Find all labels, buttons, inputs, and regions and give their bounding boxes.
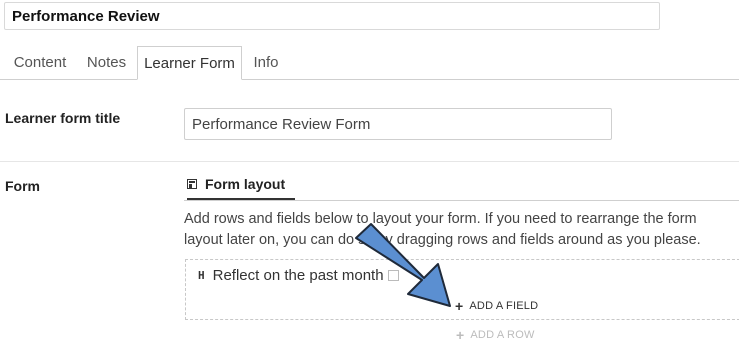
- tab-notes[interactable]: Notes: [80, 46, 133, 78]
- heading-field[interactable]: H Reflect on the past month: [198, 267, 399, 284]
- form-help-text: Add rows and fields below to layout your…: [184, 211, 701, 248]
- form-layout-tab[interactable]: Form layout: [187, 176, 296, 200]
- tab-info[interactable]: Info: [244, 46, 288, 78]
- learner-form-title-label: Learner form title: [5, 110, 121, 126]
- tab-learner-form[interactable]: Learner Form: [137, 46, 242, 80]
- layout-icon: [187, 179, 197, 189]
- add-field-button[interactable]: + ADD A FIELD: [455, 298, 538, 314]
- plus-icon: +: [456, 327, 465, 343]
- plus-icon: +: [455, 298, 464, 314]
- add-row-button[interactable]: + ADD A ROW: [456, 327, 535, 343]
- form-layout-label: Form layout: [205, 176, 286, 192]
- divider: [0, 161, 739, 162]
- add-row-label: ADD A ROW: [470, 329, 535, 341]
- heading-field-text: Reflect on the past month: [212, 267, 384, 284]
- learner-form-title-input[interactable]: [184, 108, 612, 140]
- tab-content[interactable]: Content: [0, 46, 80, 78]
- field-handle-icon[interactable]: [387, 270, 399, 281]
- section-divider: [184, 200, 739, 201]
- add-field-label: ADD A FIELD: [469, 300, 539, 312]
- review-title-input[interactable]: [4, 2, 660, 30]
- heading-icon: H: [198, 269, 205, 282]
- tab-bar: Content Notes Learner Form Info: [0, 46, 739, 80]
- form-label: Form: [5, 178, 40, 194]
